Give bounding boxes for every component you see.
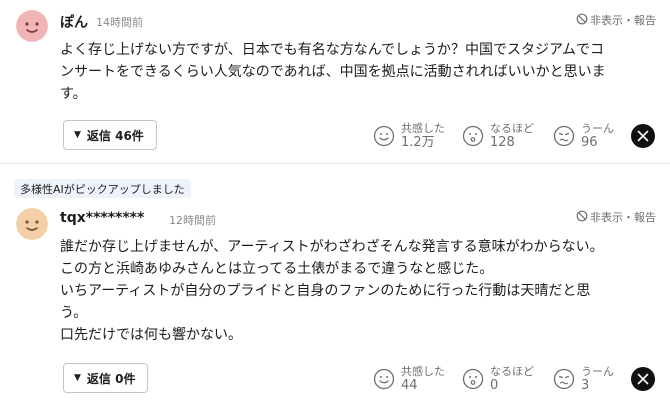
reply-label: 返信 46件 bbox=[86, 128, 144, 143]
comment-line: ンサートをできるくらい人気なのであれば、中国を拠点に活動されればいいかと思いま bbox=[60, 64, 606, 80]
avatar bbox=[16, 208, 48, 240]
hide-report-label: 非表示・報告 bbox=[590, 14, 656, 27]
reaction-empathy-button[interactable]: 共感した 44 bbox=[373, 364, 445, 394]
share-x-button[interactable] bbox=[631, 367, 655, 391]
comment-line: この方と浜崎あゆみさんとは立ってる土俵がまるで違うなと感じた。 bbox=[60, 261, 494, 277]
x-logo-icon bbox=[637, 373, 649, 385]
comment-body: 誰だか存じ上げませんが、アーティストがわざわざそんな発言する意味がわからない。 … bbox=[60, 236, 660, 346]
reaction-count: 128 bbox=[490, 135, 515, 150]
comment-line: 口先だけでは何も響かない。 bbox=[60, 327, 242, 343]
reaction-label: なるほど bbox=[490, 365, 534, 378]
puzzled-face-icon bbox=[553, 125, 575, 147]
reaction-naruhodo-button[interactable]: なるほど 128 bbox=[462, 121, 534, 151]
reaction-count: 96 bbox=[581, 135, 598, 150]
reply-button[interactable]: ▼ 返信 0件 bbox=[63, 363, 149, 393]
x-logo-icon bbox=[637, 130, 649, 142]
hide-report-link[interactable]: 非表示・報告 bbox=[576, 12, 656, 28]
reaction-uun-button[interactable]: うーん 3 bbox=[553, 364, 614, 394]
comment-timestamp: 14時間前 bbox=[96, 16, 143, 29]
thinking-face-icon bbox=[462, 125, 484, 147]
comment-line: いちアーティストが自分のプライドと自身のファンのために行った行動は天晴だと思 bbox=[60, 283, 591, 299]
comment-line: よく存じ上げない方ですが、日本でも有名な方なんでしょうか？中国でスタジアムでコ bbox=[60, 42, 605, 58]
share-x-button[interactable] bbox=[631, 124, 655, 148]
reaction-count: 0 bbox=[490, 378, 499, 393]
comment-username[interactable]: ぽん bbox=[60, 12, 88, 32]
comment-timestamp: 12時間前 bbox=[169, 214, 216, 227]
triangle-down-icon: ▼ bbox=[74, 130, 81, 140]
comment-body: よく存じ上げない方ですが、日本でも有名な方なんでしょうか？中国でスタジアムでコ … bbox=[60, 39, 660, 105]
reaction-naruhodo-button[interactable]: なるほど 0 bbox=[462, 364, 534, 394]
reply-button[interactable]: ▼ 返信 46件 bbox=[63, 120, 157, 150]
reaction-count: 3 bbox=[581, 378, 590, 393]
reaction-label: 共感した bbox=[401, 122, 445, 135]
reply-label: 返信 0件 bbox=[86, 371, 136, 386]
reaction-label: うーん bbox=[581, 122, 614, 135]
comment-line: す。 bbox=[60, 86, 87, 102]
reaction-count: 1.2万 bbox=[401, 135, 435, 150]
hide-report-link[interactable]: 非表示・報告 bbox=[576, 209, 656, 225]
comment-line: 誰だか存じ上げませんが、アーティストがわざわざそんな発言する意味がわからない。 bbox=[60, 239, 604, 255]
reaction-empathy-button[interactable]: 共感した 1.2万 bbox=[373, 121, 445, 151]
reaction-label: うーん bbox=[581, 365, 614, 378]
smile-face-icon bbox=[373, 125, 395, 147]
comment-item: ぽん 14時間前 非表示・報告 よく存じ上げない方ですが、日本でも有名な方なんで… bbox=[0, 0, 670, 163]
comment-item: tqx******** 12時間前 非表示・報告 誰だか存じ上げませんが、アーテ… bbox=[0, 163, 670, 403]
reaction-label: 共感した bbox=[401, 365, 445, 378]
block-icon bbox=[576, 210, 588, 225]
puzzled-face-icon bbox=[553, 368, 575, 390]
reaction-label: なるほど bbox=[490, 122, 534, 135]
smile-face-icon bbox=[373, 368, 395, 390]
hide-report-label: 非表示・報告 bbox=[590, 211, 656, 224]
reaction-uun-button[interactable]: うーん 96 bbox=[553, 121, 614, 151]
avatar bbox=[16, 10, 48, 42]
thinking-face-icon bbox=[462, 368, 484, 390]
block-icon bbox=[576, 13, 588, 28]
triangle-down-icon: ▼ bbox=[74, 373, 81, 383]
reaction-count: 44 bbox=[401, 378, 418, 393]
comment-username[interactable]: tqx******** bbox=[60, 210, 144, 226]
comment-line: う。 bbox=[60, 305, 88, 321]
